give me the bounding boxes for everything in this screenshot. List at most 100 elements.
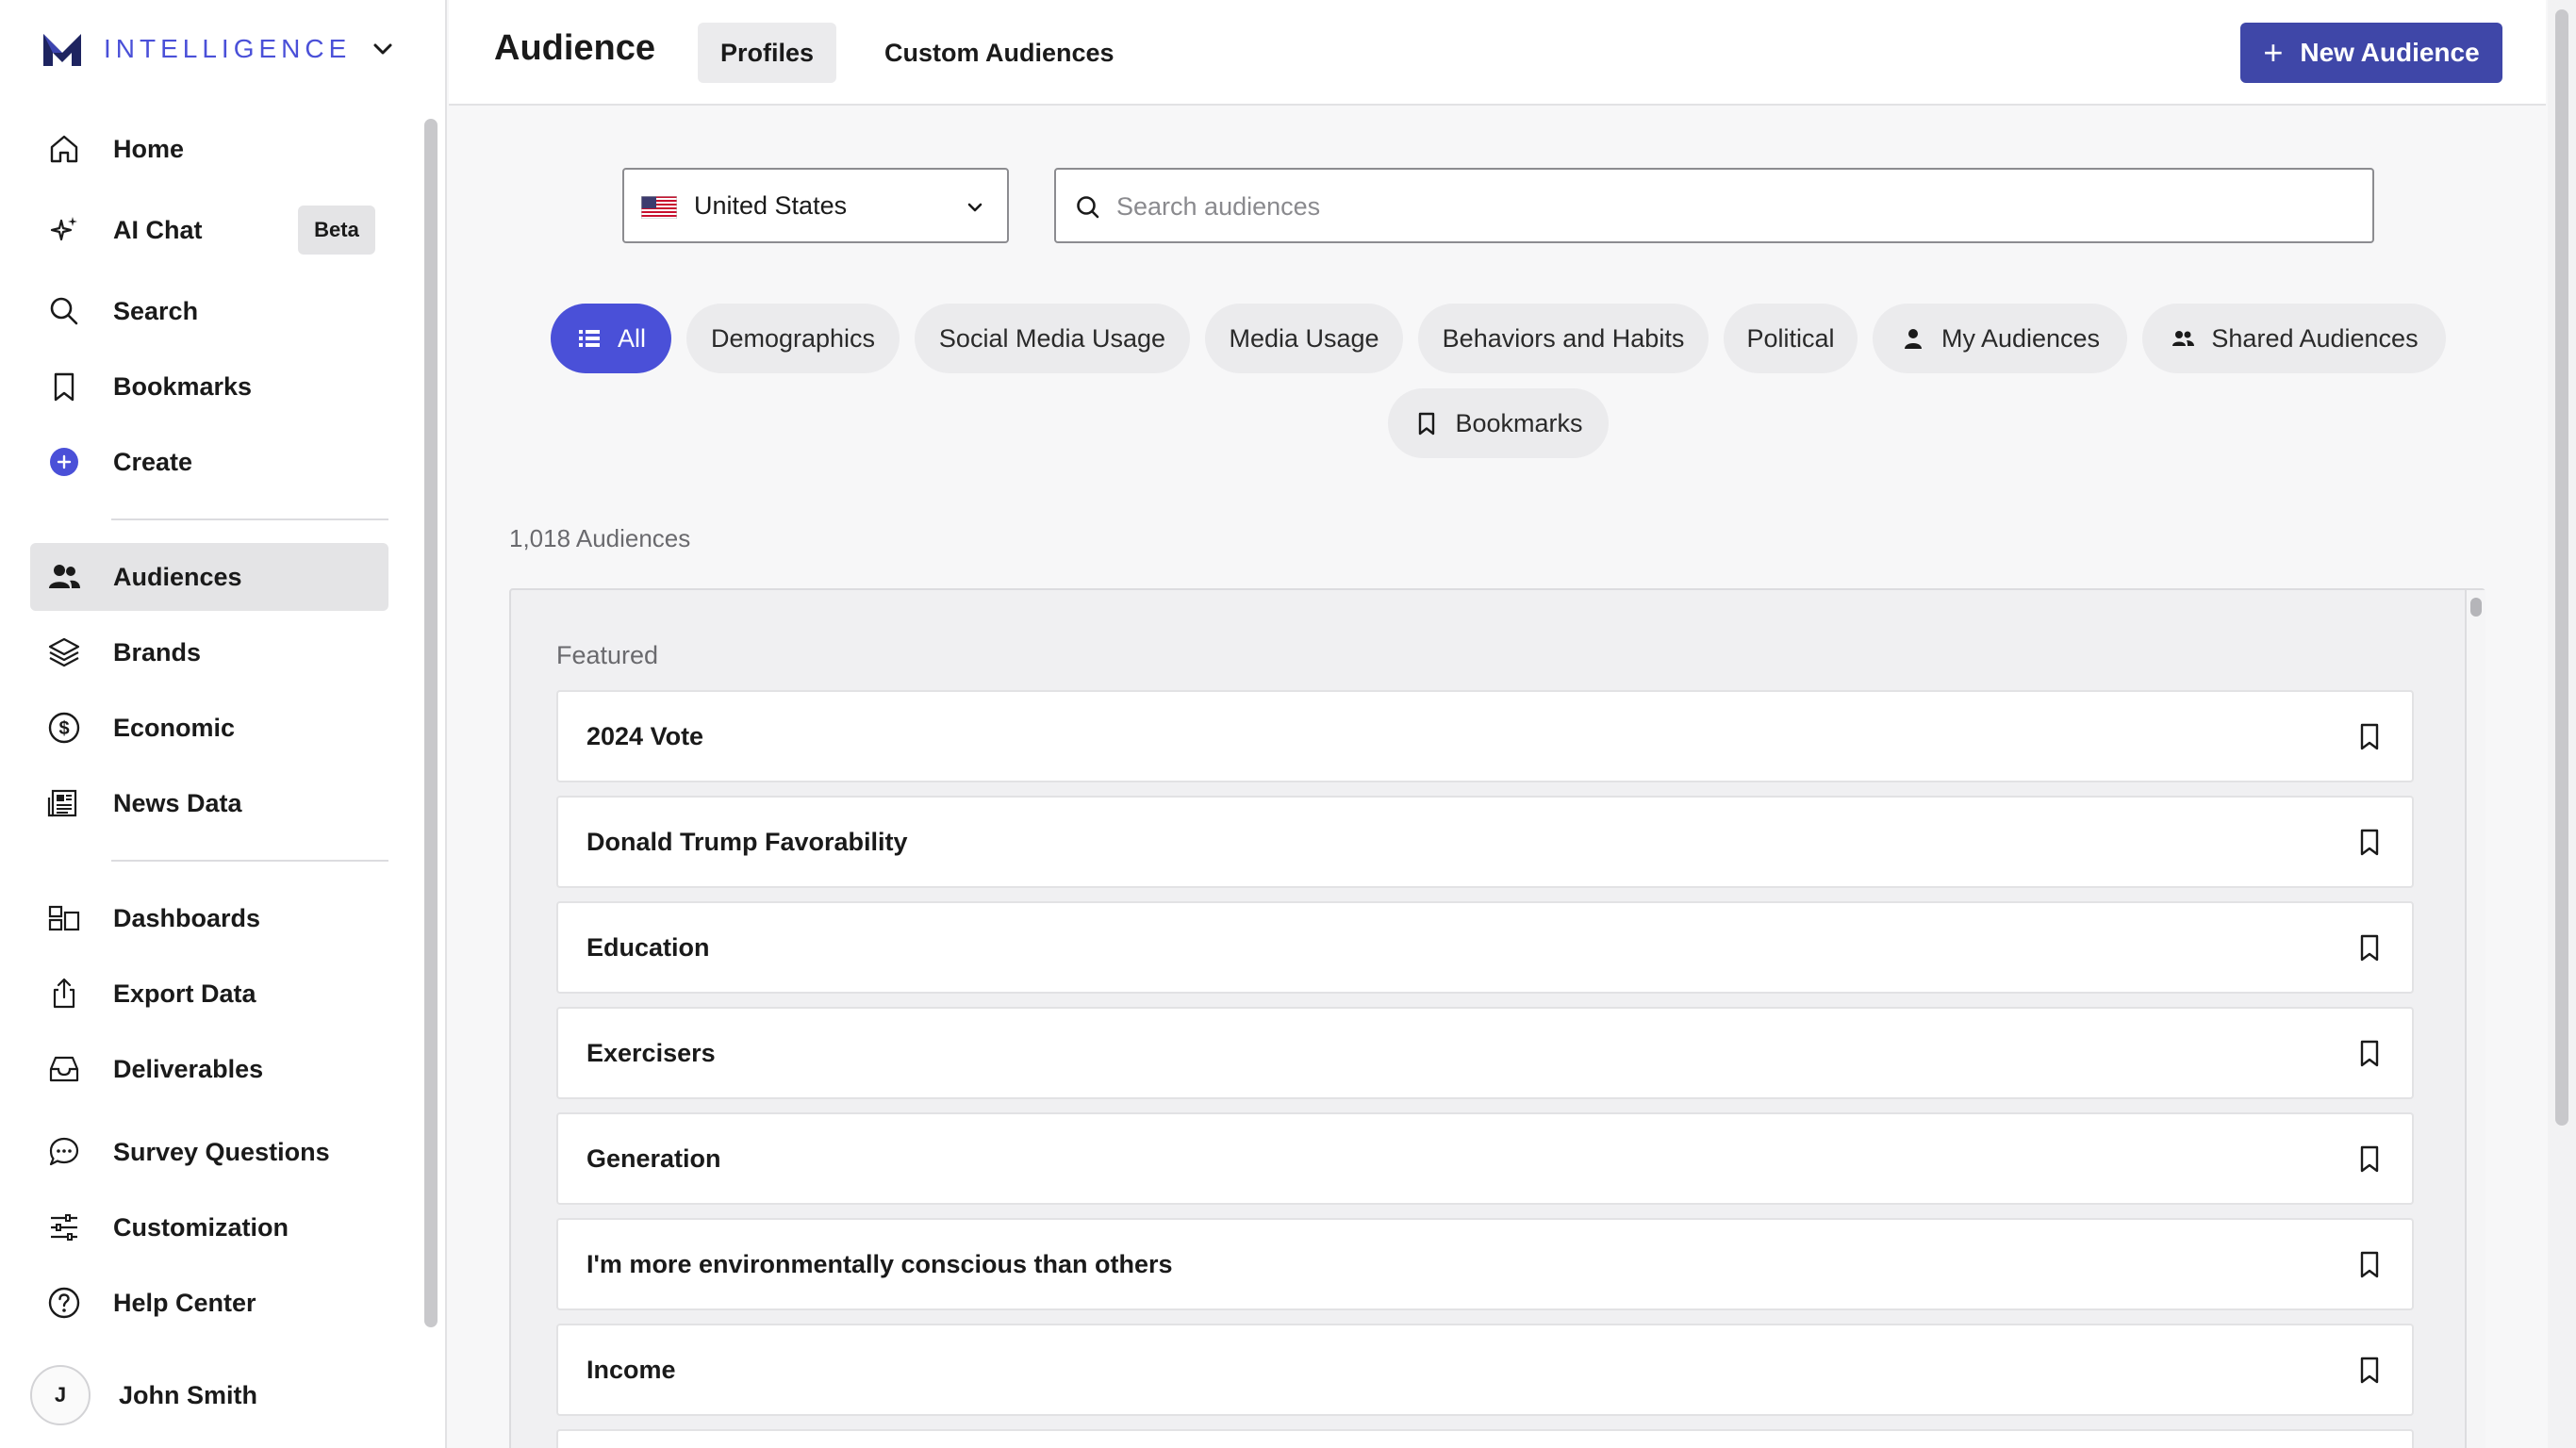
list-item[interactable]: Education xyxy=(556,901,2414,994)
divider xyxy=(111,518,388,520)
chip-label: My Audiences xyxy=(1940,323,2101,353)
bookmark-icon[interactable] xyxy=(2353,1248,2386,1280)
list-item-label: Income xyxy=(586,1355,676,1384)
sidebar-item-create[interactable]: Create xyxy=(30,428,388,496)
plus-icon: + xyxy=(2263,33,2284,72)
user-profile[interactable]: J John Smith xyxy=(30,1365,257,1425)
chip-bookmarks[interactable]: Bookmarks xyxy=(1388,388,1609,458)
avatar: J xyxy=(30,1365,91,1425)
newspaper-icon xyxy=(47,786,81,820)
users-icon xyxy=(47,560,81,594)
list-item[interactable]: I'm more environmentally conscious than … xyxy=(556,1218,2414,1310)
bookmark-icon[interactable] xyxy=(2353,720,2386,752)
chip-label: Bookmarks xyxy=(1455,408,1583,437)
chip-my-audiences[interactable]: My Audiences xyxy=(1873,304,2127,373)
sidebar-item-label: Home xyxy=(113,134,185,163)
us-flag-icon xyxy=(641,196,677,219)
sidebar-item-label: Customization xyxy=(113,1212,289,1242)
chip-political[interactable]: Political xyxy=(1724,304,1858,373)
tab-profiles[interactable]: Profiles xyxy=(698,23,837,83)
sidebar: INTELLIGENCE Home AI Chat Beta Search Bo… xyxy=(0,0,447,1448)
list-item-label: Exercisers xyxy=(586,1038,716,1067)
page-scrollbar-thumb[interactable] xyxy=(2555,9,2568,1126)
sidebar-item-home[interactable]: Home xyxy=(30,115,388,183)
chip-media-usage[interactable]: Media Usage xyxy=(1205,304,1403,373)
sidebar-item-label: Export Data xyxy=(113,979,256,1008)
sidebar-item-label: Deliverables xyxy=(113,1054,264,1083)
sidebar-item-export-data[interactable]: Export Data xyxy=(30,960,388,1028)
bookmark-icon[interactable] xyxy=(2353,1037,2386,1069)
list-scrollbar-thumb[interactable] xyxy=(2470,598,2482,617)
sidebar-item-news-data[interactable]: News Data xyxy=(30,769,388,837)
new-audience-button[interactable]: + New Audience xyxy=(2240,23,2502,83)
chip-shared-audiences[interactable]: Shared Audiences xyxy=(2142,304,2446,373)
svg-text:$: $ xyxy=(58,718,69,739)
country-select[interactable]: United States xyxy=(622,168,1009,243)
user-icon xyxy=(1904,329,1922,349)
audience-list-panel: Featured 2024 Vote Donald Trump Favorabi… xyxy=(509,588,2485,1448)
list-item-label: Education xyxy=(586,932,710,962)
bookmark-icon xyxy=(47,370,81,403)
dashboard-icon xyxy=(47,901,81,935)
sidebar-item-label: Bookmarks xyxy=(113,371,253,401)
bookmark-icon[interactable] xyxy=(2353,826,2386,858)
sidebar-scrollbar[interactable] xyxy=(424,119,438,1327)
list-item[interactable]: Generation xyxy=(556,1112,2414,1205)
chevron-down-icon[interactable] xyxy=(370,36,396,62)
brand-switcher[interactable]: INTELLIGENCE xyxy=(41,28,351,70)
chip-all[interactable]: All xyxy=(551,304,671,373)
bookmark-icon[interactable] xyxy=(2353,931,2386,963)
page-title: Audience xyxy=(494,28,656,68)
sidebar-item-label: Search xyxy=(113,296,199,325)
page-scrollbar[interactable] xyxy=(2548,0,2576,1448)
sidebar-item-search[interactable]: Search xyxy=(30,277,388,345)
home-icon xyxy=(47,132,81,166)
chip-label: Shared Audiences xyxy=(2211,323,2419,353)
sidebar-item-ai-chat[interactable]: AI Chat Beta xyxy=(30,196,388,264)
list-item[interactable]: Exercisers xyxy=(556,1007,2414,1099)
list-item-label: I'm more environmentally conscious than … xyxy=(586,1249,1173,1278)
dollar-icon: $ xyxy=(47,711,81,745)
sidebar-item-survey-questions[interactable]: Survey Questions xyxy=(30,1118,388,1186)
sidebar-item-label: Brands xyxy=(113,637,202,666)
beta-badge: Beta xyxy=(298,206,375,255)
audience-count: 1,018 Audiences xyxy=(509,524,691,552)
sidebar-item-dashboards[interactable]: Dashboards xyxy=(30,884,388,952)
list-item-label: 2024 Vote xyxy=(586,721,704,750)
list-item[interactable]: Income xyxy=(556,1324,2414,1416)
sidebar-item-label: Create xyxy=(113,447,193,476)
sidebar-item-label: Audiences xyxy=(113,562,242,591)
sidebar-item-bookmarks[interactable]: Bookmarks xyxy=(30,353,388,420)
tab-custom-audiences[interactable]: Custom Audiences xyxy=(862,23,1137,83)
search-field[interactable] xyxy=(1054,168,2374,243)
list-item-label: Donald Trump Favorability xyxy=(586,827,908,856)
sidebar-item-label: Help Center xyxy=(113,1288,256,1317)
layers-icon xyxy=(47,635,81,669)
list-item-partial[interactable] xyxy=(556,1429,2414,1448)
sidebar-item-brands[interactable]: Brands xyxy=(30,618,388,686)
sparkle-icon xyxy=(47,213,81,247)
list-item-label: Generation xyxy=(586,1144,721,1173)
bookmark-icon[interactable] xyxy=(2353,1143,2386,1175)
chip-behaviors-and-habits[interactable]: Behaviors and Habits xyxy=(1418,304,1709,373)
sidebar-item-economic[interactable]: $ Economic xyxy=(30,694,388,762)
sidebar-item-audiences[interactable]: Audiences xyxy=(30,543,388,611)
sidebar-item-help-center[interactable]: Help Center xyxy=(30,1269,388,1337)
sidebar-item-deliverables[interactable]: Deliverables xyxy=(30,1035,388,1103)
country-value: United States xyxy=(694,190,848,220)
sidebar-item-customization[interactable]: Customization xyxy=(30,1193,388,1261)
chip-demographics[interactable]: Demographics xyxy=(686,304,900,373)
search-input[interactable] xyxy=(1116,183,2342,230)
inbox-icon xyxy=(47,1052,81,1086)
list-scrollbar[interactable] xyxy=(2465,590,2485,1448)
users-icon xyxy=(2172,331,2195,346)
new-audience-label: New Audience xyxy=(2300,38,2480,67)
chip-social-media-usage[interactable]: Social Media Usage xyxy=(915,304,1190,373)
list-item[interactable]: Donald Trump Favorability xyxy=(556,796,2414,888)
list-item[interactable]: 2024 Vote xyxy=(556,690,2414,782)
sidebar-item-label: AI Chat xyxy=(113,215,203,244)
sidebar-item-label: Economic xyxy=(113,713,236,742)
bookmark-icon[interactable] xyxy=(2353,1354,2386,1386)
section-title: Featured xyxy=(556,641,659,669)
divider xyxy=(111,860,388,862)
